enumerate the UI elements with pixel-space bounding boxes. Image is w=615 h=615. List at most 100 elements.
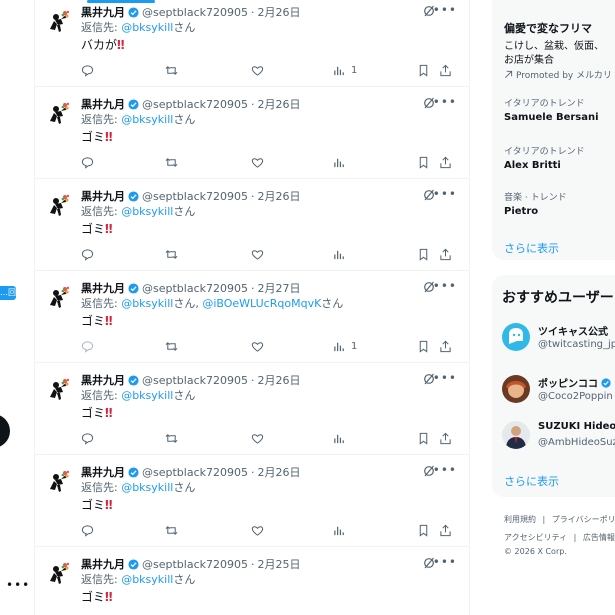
user-handle[interactable]: @septblack720905 <box>142 190 248 203</box>
share-button[interactable] <box>439 338 452 354</box>
trend-item[interactable]: 音楽 · トレンド Pietro <box>504 190 567 217</box>
privacy-link[interactable]: プライバシーポリ <box>552 515 615 524</box>
display-name[interactable]: 黒井九月 <box>81 4 125 20</box>
avatar[interactable] <box>45 375 73 403</box>
views-button[interactable] <box>333 154 351 170</box>
like-button[interactable] <box>251 430 264 446</box>
suggested-user[interactable]: SUZUKI Hideo @AmbHideoSuz <box>502 419 615 455</box>
more-options-icon[interactable]: ••• <box>433 187 457 201</box>
trends-show-more-link[interactable]: さらに表示 <box>492 240 559 256</box>
bookmark-button[interactable] <box>417 430 430 446</box>
more-options-icon[interactable]: ••• <box>433 3 457 17</box>
display-name[interactable]: 黒井九月 <box>81 280 125 296</box>
like-button[interactable] <box>251 246 264 262</box>
like-button[interactable] <box>251 62 264 78</box>
post-date[interactable]: 2月25日 <box>257 556 300 572</box>
reply-button[interactable] <box>81 430 94 446</box>
share-button[interactable] <box>439 246 452 262</box>
post-button[interactable] <box>0 414 10 448</box>
more-options-icon[interactable]: ••• <box>433 95 457 109</box>
display-name[interactable]: 黒井九月 <box>81 372 125 388</box>
follow-show-more-link[interactable]: さらに表示 <box>492 473 559 489</box>
display-name[interactable]: 黒井九月 <box>81 556 125 572</box>
repost-button[interactable] <box>165 246 178 262</box>
mention-link[interactable]: @bksykill <box>121 113 173 126</box>
post-date[interactable]: 2月26日 <box>257 96 300 112</box>
views-button[interactable] <box>333 246 351 262</box>
avatar[interactable] <box>45 283 73 311</box>
share-button[interactable] <box>439 62 452 78</box>
more-options-icon[interactable]: ••• <box>433 371 457 385</box>
trend-item[interactable]: イタリアのトレンド Samuele Bersani <box>504 96 599 123</box>
rail-more-button[interactable]: ••• <box>6 578 30 592</box>
user-handle[interactable]: @septblack720905 <box>142 466 248 479</box>
share-button[interactable] <box>439 154 452 170</box>
display-name[interactable]: 黒井九月 <box>81 464 125 480</box>
avatar[interactable] <box>45 99 73 127</box>
mention-link[interactable]: @bksykill <box>121 481 173 494</box>
like-button[interactable] <box>251 338 264 354</box>
tweet[interactable]: 黒井九月 @septblack720905 · 2月27日 ••• 返信先: @… <box>35 271 469 363</box>
repost-button[interactable] <box>165 430 178 446</box>
mention-link[interactable]: @iBOeWLUcRqoMqvK <box>202 297 321 310</box>
views-button[interactable]: 1 <box>333 62 357 78</box>
reply-button[interactable] <box>81 338 94 354</box>
repost-button[interactable] <box>165 522 178 538</box>
avatar[interactable] <box>45 467 73 495</box>
promoted-trend[interactable]: 偏愛で変なフリマ こけし、盆栽、仮面、 お店が集合 Promoted by メル… <box>504 20 612 81</box>
views-button[interactable]: 1 <box>333 338 357 354</box>
post-date[interactable]: 2月26日 <box>257 4 300 20</box>
mention-link[interactable]: @bksykill <box>121 21 173 34</box>
mention-link[interactable]: @bksykill <box>121 297 173 310</box>
tweet[interactable]: 黒井九月 @septblack720905 · 2月26日 ••• 返信先: @… <box>35 455 469 547</box>
tweet[interactable]: 黒井九月 @septblack720905 · 2月26日 ••• 返信先: @… <box>35 179 469 271</box>
tweet[interactable]: 黒井九月 @septblack720905 · 2月26日 ••• 返信先: @… <box>35 87 469 179</box>
like-button[interactable] <box>251 522 264 538</box>
suggested-user[interactable]: ポッピンココ @Coco2Poppin <box>502 373 615 409</box>
repost-button[interactable] <box>165 154 178 170</box>
reply-button[interactable] <box>81 154 94 170</box>
post-date[interactable]: 2月27日 <box>257 280 300 296</box>
more-options-icon[interactable]: ••• <box>433 463 457 477</box>
post-date[interactable]: 2月26日 <box>257 372 300 388</box>
user-handle[interactable]: @septblack720905 <box>142 558 248 571</box>
tweet[interactable]: 黒井九月 @septblack720905 · 2月26日 ••• 返信先: @… <box>35 0 469 87</box>
repost-button[interactable] <box>165 338 178 354</box>
repost-button[interactable] <box>165 62 178 78</box>
views-button[interactable] <box>333 522 351 538</box>
post-date[interactable]: 2月26日 <box>257 464 300 480</box>
mention-link[interactable]: @bksykill <box>121 389 173 402</box>
tweet[interactable]: 黒井九月 @septblack720905 · 2月26日 ••• 返信先: @… <box>35 363 469 455</box>
more-options-icon[interactable]: ••• <box>433 555 457 569</box>
share-button[interactable] <box>439 430 452 446</box>
user-handle[interactable]: @septblack720905 <box>142 282 248 295</box>
user-handle[interactable]: @septblack720905 <box>142 98 248 111</box>
user-handle[interactable]: @septblack720905 <box>142 6 248 19</box>
mention-link[interactable]: @bksykill <box>121 205 173 218</box>
bookmark-button[interactable] <box>417 62 430 78</box>
mention-link[interactable]: @bksykill <box>121 573 173 586</box>
display-name[interactable]: 黒井九月 <box>81 188 125 204</box>
accessibility-link[interactable]: アクセシビリティ <box>504 533 567 542</box>
avatar[interactable] <box>45 191 73 219</box>
tweet[interactable]: 黒井九月 @septblack720905 · 2月25日 ••• 返信先: @… <box>35 547 469 615</box>
bookmark-button[interactable] <box>417 522 430 538</box>
bookmark-button[interactable] <box>417 338 430 354</box>
share-button[interactable] <box>439 522 452 538</box>
display-name[interactable]: 黒井九月 <box>81 96 125 112</box>
bookmark-button[interactable] <box>417 246 430 262</box>
avatar[interactable] <box>45 7 73 35</box>
suggested-user[interactable]: ツイキャス公式 @twitcasting_jp <box>502 321 615 357</box>
avatar[interactable] <box>45 559 73 587</box>
reply-button[interactable] <box>81 246 94 262</box>
ads-info-link[interactable]: 広告情報 <box>583 533 615 542</box>
more-options-icon[interactable]: ••• <box>433 279 457 293</box>
views-button[interactable] <box>333 430 351 446</box>
bookmark-button[interactable] <box>417 154 430 170</box>
like-button[interactable] <box>251 154 264 170</box>
post-date[interactable]: 2月26日 <box>257 188 300 204</box>
reply-button[interactable] <box>81 62 94 78</box>
rail-badge[interactable]: …回 <box>0 286 16 300</box>
terms-link[interactable]: 利用規約 <box>504 515 536 524</box>
user-handle[interactable]: @septblack720905 <box>142 374 248 387</box>
